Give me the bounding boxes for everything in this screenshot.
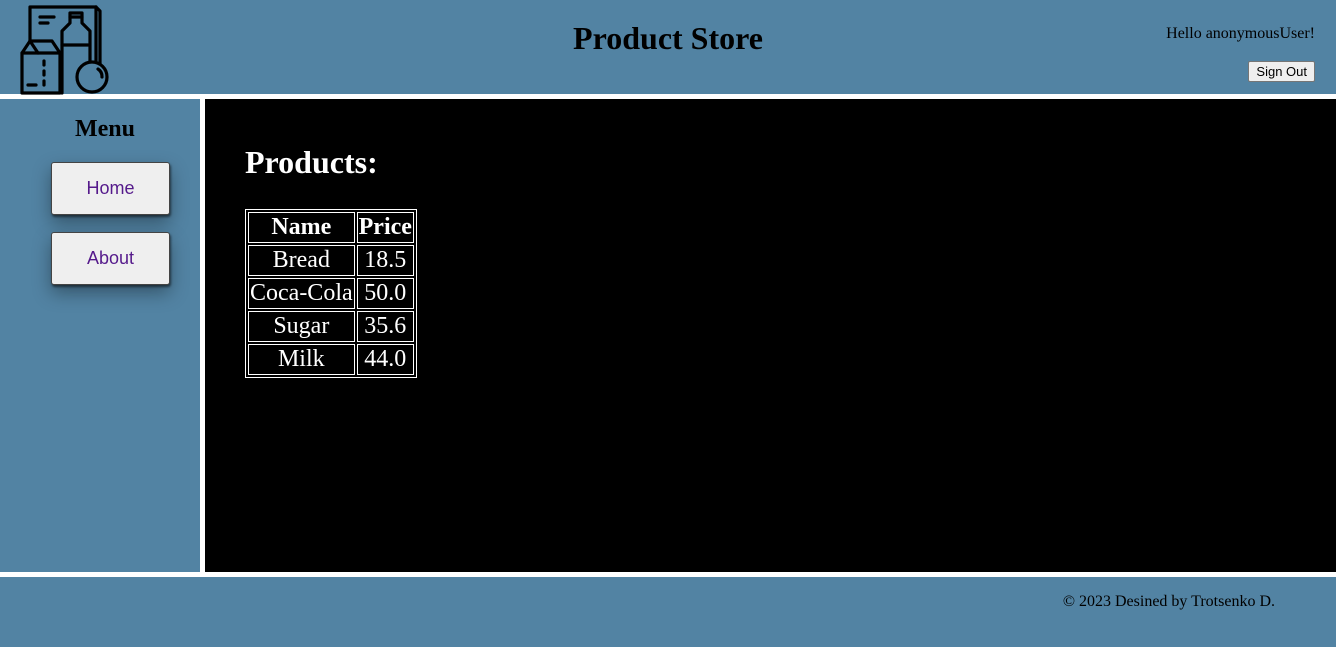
- product-name-cell: Sugar: [248, 311, 355, 342]
- table-row: Sugar 35.6: [248, 311, 414, 342]
- product-name-cell: Coca-Cola: [248, 278, 355, 309]
- product-price-cell: 50.0: [356, 278, 414, 309]
- table-header-row: Name Price: [248, 212, 414, 243]
- site-title: Product Store: [573, 20, 763, 56]
- product-price-cell: 35.6: [356, 311, 414, 342]
- user-greeting: Hello anonymousUser!: [1166, 25, 1315, 42]
- copyright-text: © 2023 Desined by Trotsenko D.: [1062, 593, 1275, 610]
- table-row: Coca-Cola 50.0: [248, 278, 414, 309]
- menu-title: Menu: [75, 116, 135, 142]
- table-row: Milk 44.0: [248, 344, 414, 375]
- column-header-name: Name: [248, 212, 355, 243]
- sidebar-item-about[interactable]: About: [51, 232, 170, 285]
- product-price-cell: 18.5: [356, 245, 414, 276]
- sidebar-item-home[interactable]: Home: [51, 162, 170, 215]
- header: Product Store Hello anonymousUser! Sign …: [0, 0, 1336, 95]
- products-heading: Products:: [245, 144, 378, 180]
- footer: © 2023 Desined by Trotsenko D.: [0, 577, 1336, 647]
- product-name-cell: Milk: [248, 344, 355, 375]
- product-name-cell: Bread: [248, 245, 355, 276]
- table-row: Bread 18.5: [248, 245, 414, 276]
- sign-out-button[interactable]: Sign Out: [1248, 61, 1315, 82]
- products-table: Name Price Bread 18.5 Coca-Cola 50.0 Sug…: [245, 209, 417, 378]
- main-content: Products: Name Price Bread 18.5 Coca-Col…: [205, 99, 1336, 572]
- column-header-price: Price: [356, 212, 414, 243]
- sidebar-menu: Menu Home About: [0, 99, 200, 572]
- product-price-cell: 44.0: [356, 344, 414, 375]
